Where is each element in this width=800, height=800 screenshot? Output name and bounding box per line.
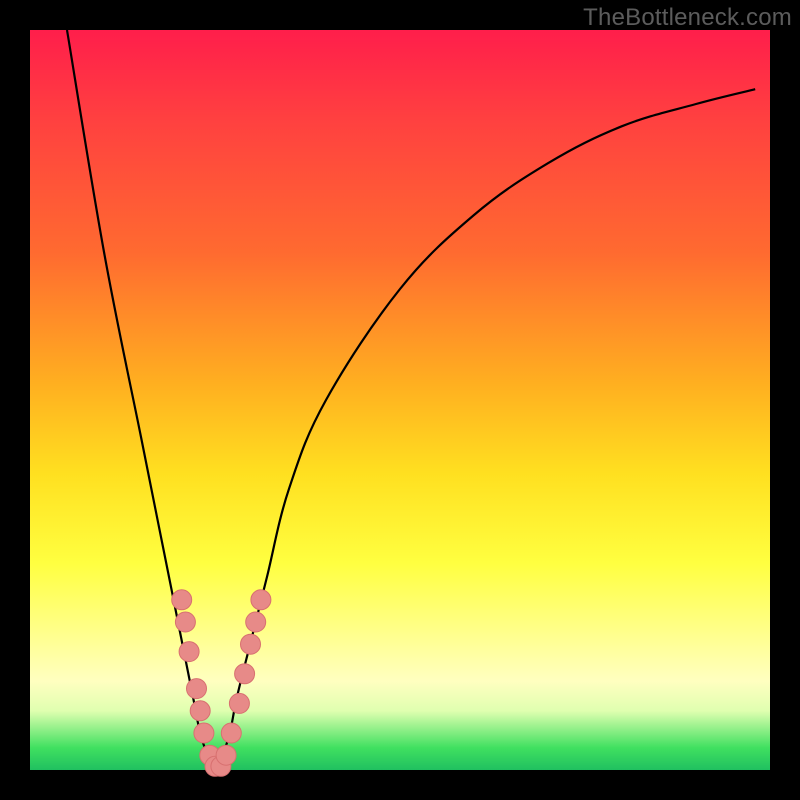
curve-marker [216, 745, 236, 765]
curve-marker [187, 679, 207, 699]
curve-marker [194, 723, 214, 743]
curve-marker [235, 664, 255, 684]
bottleneck-curve-svg [30, 30, 770, 770]
curve-marker [241, 634, 261, 654]
chart-frame: TheBottleneck.com [0, 0, 800, 800]
curve-marker [246, 612, 266, 632]
curve-marker [179, 642, 199, 662]
curve-marker [229, 693, 249, 713]
curve-marker [175, 612, 195, 632]
curve-marker [221, 723, 241, 743]
bottleneck-curve [67, 30, 755, 770]
curve-marker [172, 590, 192, 610]
curve-markers [172, 590, 271, 777]
watermark-text: TheBottleneck.com [583, 4, 792, 32]
curve-marker [251, 590, 271, 610]
curve-marker [190, 701, 210, 721]
plot-area [30, 30, 770, 770]
